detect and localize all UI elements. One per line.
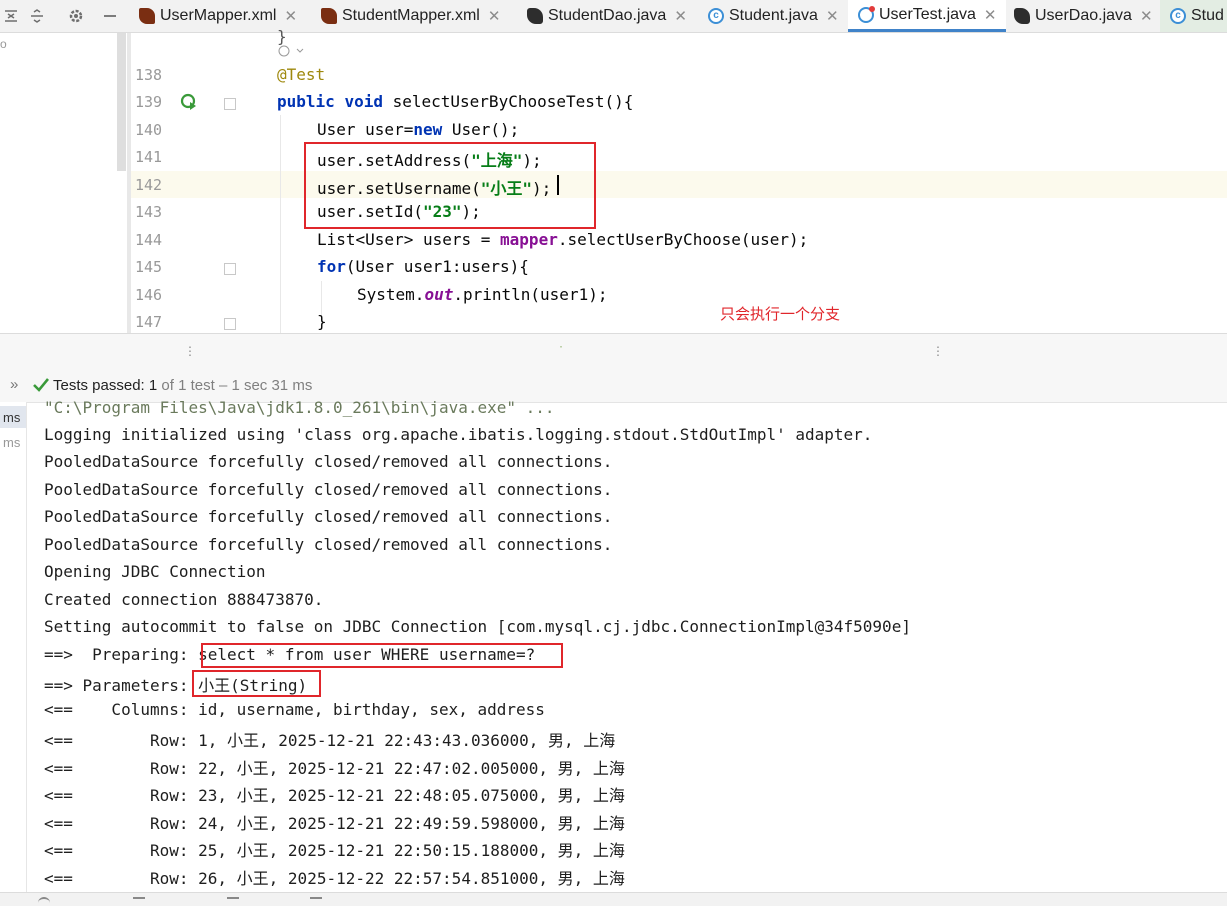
console-line: <== Row: 25, 小王, 2025-12-21 22:50:15.188… (44, 841, 625, 860)
tab-label: UserDao.java (1035, 7, 1132, 24)
highlight-box-sql (201, 643, 563, 668)
current-line-highlight (131, 171, 1227, 198)
tab-student-overflow[interactable]: Stud (1160, 0, 1227, 32)
tests-passed-label: Tests passed: 1 of 1 test – 1 sec 31 ms (53, 377, 313, 394)
line-number: 145 (135, 258, 163, 276)
tab-label: Stud (1191, 7, 1224, 24)
tab-student-java[interactable]: Student.java ✕ (708, 0, 839, 32)
test-tree-column: ms ms (0, 402, 27, 892)
console-line: <== Row: 22, 小王, 2025-12-21 22:47:02.005… (44, 759, 625, 778)
xml-icon (321, 8, 337, 24)
editor-tab-bar: UserMapper.xml ✕ StudentMapper.xml ✕ Stu… (0, 0, 1227, 33)
line-number: 138 (135, 66, 163, 84)
console-line: <== Columns: id, username, birthday, sex… (44, 700, 545, 719)
line-number: 142 (135, 176, 163, 194)
tab-label: Student.java (729, 7, 818, 24)
test-class-icon (858, 5, 875, 23)
console-line: <== Row: 23, 小王, 2025-12-21 22:48:05.075… (44, 786, 625, 805)
code-line-144: List<User> users = mapper.selectUserByCh… (317, 230, 809, 249)
console-line: PooledDataSource forcefully closed/remov… (44, 480, 613, 499)
tab-label: UserTest.java (879, 5, 976, 23)
tab-userdao-java[interactable]: UserDao.java ✕ (1014, 0, 1153, 32)
tab-studentmapper-xml[interactable]: StudentMapper.xml ✕ (321, 0, 500, 32)
inline-hint-icon[interactable] (277, 43, 307, 59)
drag-handle-icon[interactable]: ⋮ (184, 344, 196, 358)
gear-icon[interactable] (68, 8, 84, 24)
toolbar-icon[interactable] (227, 897, 239, 907)
scrollbar-thumb[interactable] (117, 33, 126, 171)
line-number: 147 (135, 313, 163, 331)
duration-label: ms (3, 435, 21, 450)
close-icon[interactable]: ✕ (674, 7, 687, 25)
project-panel-edge: o (0, 33, 127, 333)
dao-interface-icon (527, 8, 543, 24)
tests-passed-count: 1 (148, 377, 158, 394)
console-line: PooledDataSource forcefully closed/remov… (44, 452, 613, 471)
console-line: Setting autocommit to false on JDBC Conn… (44, 617, 911, 636)
panel-splitter[interactable]: ⋮ · ⋮ (0, 333, 1227, 371)
line-number: 144 (135, 231, 163, 249)
code-line-139: public void selectUserByChooseTest(){ (277, 92, 634, 111)
console-line: Logging initialized using 'class org.apa… (44, 425, 873, 444)
console-line: <== Row: 1, 小王, 2025-12-21 22:43:43.0360… (44, 731, 616, 750)
expand-all-icon[interactable] (29, 8, 45, 24)
code-line-146: System.out.println(user1); (357, 285, 608, 304)
console-line: PooledDataSource forcefully closed/remov… (44, 507, 613, 526)
line-number: 141 (135, 148, 163, 166)
tab-label: StudentMapper.xml (342, 7, 480, 24)
code-line-145: for(User user1:users){ (317, 257, 529, 276)
console-line: Created connection 888473870. (44, 590, 324, 609)
drag-handle-icon[interactable]: ⋮ (932, 344, 944, 358)
toolbar-icon[interactable] (310, 897, 322, 907)
class-icon (1170, 8, 1186, 24)
toolbar-icon[interactable] (133, 897, 145, 907)
class-icon (708, 8, 724, 24)
code-editor[interactable]: o } 138 139 140 141 142 143 144 145 146 … (0, 27, 1227, 333)
check-icon (33, 378, 49, 392)
tab-label: StudentDao.java (548, 7, 667, 24)
console-line: Opening JDBC Connection (44, 562, 266, 581)
bottom-toolbar (0, 892, 1227, 906)
line-number: 143 (135, 203, 163, 221)
console-line: PooledDataSource forcefully closed/remov… (44, 535, 613, 554)
tab-studentdao-java[interactable]: StudentDao.java ✕ (527, 0, 687, 32)
line-number: 140 (135, 121, 163, 139)
run-test-icon[interactable] (180, 93, 198, 111)
annotation-note: 只会执行一个分支 (720, 305, 841, 323)
splitter-marker: · (558, 342, 565, 353)
code-line-138: @Test (277, 65, 326, 84)
console-line: <== Row: 24, 小王, 2025-12-21 22:49:59.598… (44, 814, 625, 833)
console-line: "C:\Program Files\Java\jdk1.8.0_261\bin\… (44, 398, 555, 417)
toolbar-icon[interactable] (38, 897, 50, 907)
close-icon[interactable]: ✕ (488, 7, 501, 25)
close-icon[interactable]: ✕ (984, 6, 997, 24)
code-line-147: } (317, 312, 327, 331)
expand-chevron-icon[interactable]: » (10, 376, 18, 393)
xml-icon (139, 8, 155, 24)
fold-marker[interactable] (224, 263, 236, 275)
collapse-all-icon[interactable] (3, 8, 19, 24)
duration-label: ms (3, 410, 21, 425)
dao-interface-icon (1014, 8, 1030, 24)
tab-label: UserMapper.xml (160, 7, 277, 24)
highlight-box-setters (304, 142, 596, 229)
close-icon[interactable]: ✕ (826, 7, 839, 25)
indent-guide (280, 115, 281, 333)
minimize-icon[interactable] (102, 8, 118, 24)
highlight-box-parameters (192, 670, 321, 697)
line-number: 146 (135, 286, 163, 304)
test-detail: of 1 test – 1 sec 31 ms (161, 377, 313, 394)
line-number: 139 (135, 93, 163, 111)
tab-usermapper-xml[interactable]: UserMapper.xml ✕ (139, 0, 297, 32)
close-icon[interactable]: ✕ (284, 7, 297, 25)
code-line-140: User user=new User(); (317, 120, 520, 139)
fold-marker[interactable] (224, 98, 236, 110)
tab-usertest-java[interactable]: UserTest.java ✕ (848, 0, 1006, 32)
console-line: <== Row: 26, 小王, 2025-12-22 22:57:54.851… (44, 869, 625, 888)
close-icon[interactable]: ✕ (1140, 7, 1153, 25)
fold-marker[interactable] (224, 318, 236, 330)
